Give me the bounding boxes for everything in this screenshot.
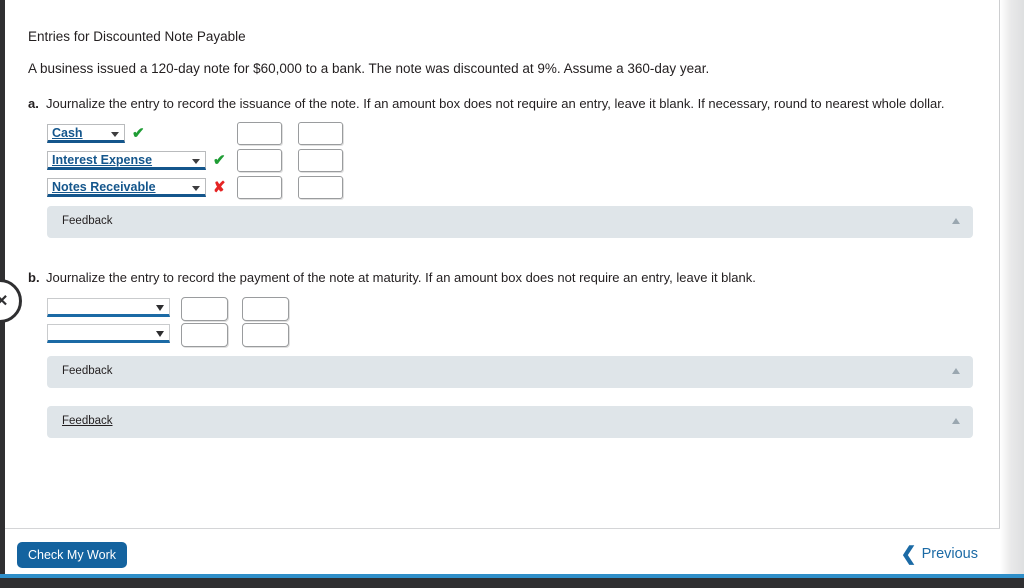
action-bar: Check My Work ❮ Previous [5,528,1000,579]
account-select-a2-value: Interest Expense [52,153,153,167]
journal-row-a2: Interest Expense ✔ [5,149,345,177]
question-body: A business issued a 120-day note for $60… [28,61,710,76]
feedback-bar-overall[interactable]: Feedback [47,406,973,438]
debit-input-a2[interactable] [237,149,282,172]
chevron-left-icon: ❮ [900,544,917,565]
journal-row-b2 [5,323,345,350]
credit-input-a2[interactable] [298,149,343,172]
part-a-text: Journalize the entry to record the issua… [46,96,945,111]
chevron-down-icon [111,132,119,137]
chevron-down-icon [156,305,164,311]
question-title: Entries for Discounted Note Payable [28,29,246,44]
feedback-bar-a-label: Feedback [62,215,113,227]
debit-input-b1[interactable] [181,297,228,321]
previous-link-label: Previous [921,546,978,562]
question-content-card: Entries for Discounted Note Payable A bu… [5,0,1000,528]
chevron-down-icon [192,159,200,164]
close-icon: ✕ [0,293,9,310]
part-a-instruction: a. Journalize the entry to record the iss… [28,96,945,111]
account-select-a2[interactable]: Interest Expense [47,151,206,170]
debit-input-a3[interactable] [237,176,282,199]
credit-input-a3[interactable] [298,176,343,199]
part-b-text: Journalize the entry to record the payme… [46,270,756,285]
part-b-instruction: b. Journalize the entry to record the pay… [28,270,756,285]
feedback-bar-b[interactable]: Feedback [47,356,973,388]
chevron-down-icon [192,186,200,191]
grade-mark-a2: ✔ [213,152,226,169]
assignment-window: Entries for Discounted Note Payable A bu… [0,0,1024,588]
credit-input-a1[interactable] [298,122,343,145]
feedback-bar-overall-label: Feedback [62,415,113,427]
check-my-work-button[interactable]: Check My Work [17,542,127,568]
credit-input-b2[interactable] [242,323,289,347]
chevron-down-icon [156,331,164,337]
part-a-label: a. [28,96,39,111]
feedback-bar-a[interactable]: Feedback [47,206,973,238]
journal-row-a1: Cash ✔ [5,122,345,150]
bottom-strip [0,578,1024,588]
feedback-bar-b-label: Feedback [62,365,113,377]
account-select-a3-value: Notes Receivable [52,180,156,194]
right-gutter [1000,0,1024,579]
debit-input-b2[interactable] [181,323,228,347]
grade-mark-a1: ✔ [132,125,145,142]
grade-mark-a3: ✘ [213,179,226,196]
collapse-arrow-icon [952,368,960,374]
part-b-label: b. [28,270,40,285]
journal-row-b1 [5,297,345,324]
collapse-arrow-icon [952,418,960,424]
journal-row-a3: Notes Receivable ✘ [5,176,345,204]
account-select-a1[interactable]: Cash [47,124,125,143]
previous-link[interactable]: ❮ Previous [901,543,978,566]
account-select-a1-value: Cash [52,126,83,140]
collapse-arrow-icon [952,218,960,224]
credit-input-b1[interactable] [242,297,289,321]
account-select-b2[interactable] [47,324,170,343]
debit-input-a1[interactable] [237,122,282,145]
account-select-a3[interactable]: Notes Receivable [47,178,206,197]
account-select-b1[interactable] [47,298,170,317]
